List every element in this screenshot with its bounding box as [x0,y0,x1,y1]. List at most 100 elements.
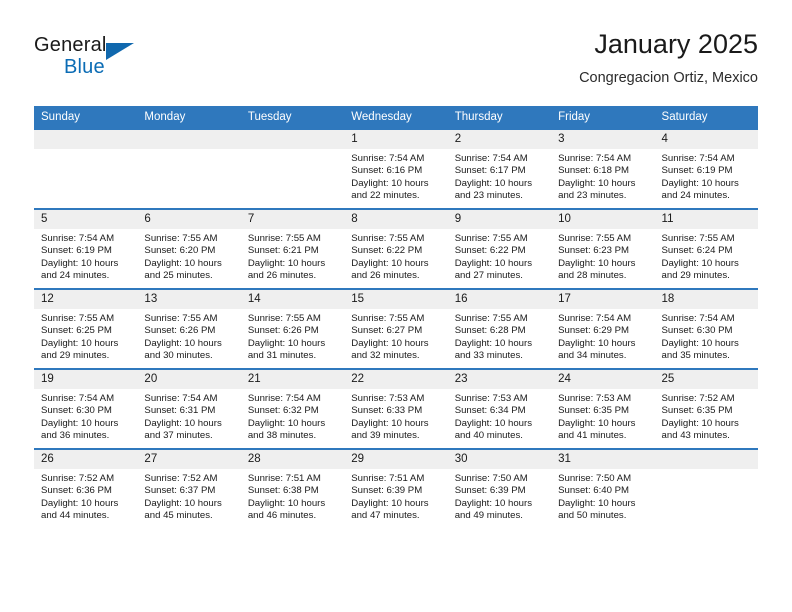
weekday-header-thursday: Thursday [447,106,552,129]
page-title: January 2025 [594,29,758,59]
daylight-text-line1: Daylight: 10 hours [661,337,739,349]
day-number: 12 [34,290,138,309]
calendar-day-cell[interactable]: 13 Sunrise: 7:55 AM Sunset: 6:26 PM Dayligh… [137,288,241,369]
calendar-day-cell[interactable]: 11 Sunrise: 7:55 AM Sunset: 6:24 PM Dayligh… [654,208,758,289]
calendar-page: General Blue January 2025 Congregacion O… [0,0,792,612]
calendar-day-cell[interactable]: 23 Sunrise: 7:53 AM Sunset: 6:34 PM Dayligh… [447,368,552,449]
sunset-text: Sunset: 6:26 PM [247,325,319,337]
calendar-day-cell[interactable]: 26 Sunrise: 7:52 AM Sunset: 6:36 PM Dayligh… [34,448,138,528]
title-block: January 2025 Congregacion Ortiz, Mexico [579,28,758,88]
day-details: Sunrise: 7:54 AM Sunset: 6:30 PM Daylight:… [34,389,137,442]
sunset-text: Sunset: 6:22 PM [351,245,423,257]
calendar-day-cell[interactable]: 3 Sunrise: 7:54 AM Sunset: 6:18 PM Daylight… [551,128,655,209]
day-number: 2 [447,130,552,149]
calendar-table: Sunday Monday Tuesday Wednesday Thursday… [34,106,758,528]
calendar-day-cell[interactable]: 24 Sunrise: 7:53 AM Sunset: 6:35 PM Dayligh… [551,368,655,449]
day-details: Sunrise: 7:52 AM Sunset: 6:37 PM Daylight:… [137,469,240,522]
sunset-text: Sunset: 6:16 PM [351,165,423,177]
calendar-day-cell[interactable]: 1 Sunrise: 7:54 AM Sunset: 6:16 PM Daylight… [344,128,448,209]
calendar-day-cell[interactable]: 20 Sunrise: 7:54 AM Sunset: 6:31 PM Dayligh… [137,368,241,449]
day-number: 22 [344,370,448,389]
calendar-day-cell[interactable]: 12 Sunrise: 7:55 AM Sunset: 6:25 PM Dayligh… [34,288,138,369]
calendar-day-cell[interactable]: 6 Sunrise: 7:55 AM Sunset: 6:20 PM Daylight… [137,208,241,289]
calendar-day-cell[interactable]: 22 Sunrise: 7:53 AM Sunset: 6:33 PM Dayligh… [344,368,448,449]
calendar-day-cell[interactable]: 27 Sunrise: 7:52 AM Sunset: 6:37 PM Dayligh… [137,448,241,528]
sunset-text: Sunset: 6:32 PM [247,405,319,417]
sunset-text: Sunset: 6:33 PM [351,405,423,417]
daylight-text-line1: Daylight: 10 hours [41,417,119,429]
day-number: 4 [654,130,758,149]
sunset-text: Sunset: 6:27 PM [351,325,423,337]
sunset-text: Sunset: 6:30 PM [41,405,112,417]
calendar-day-cell[interactable]: 18 Sunrise: 7:54 AM Sunset: 6:30 PM Dayligh… [654,288,758,369]
daylight-text-line1: Daylight: 10 hours [144,337,222,349]
day-number [240,130,345,149]
day-number: 18 [654,290,758,309]
sunset-text: Sunset: 6:22 PM [454,245,526,257]
calendar-day-cell[interactable]: 17 Sunrise: 7:54 AM Sunset: 6:29 PM Dayligh… [551,288,655,369]
daylight-text-line2: and 26 minutes. [351,269,420,281]
calendar-day-cell[interactable]: 29 Sunrise: 7:51 AM Sunset: 6:39 PM Dayligh… [344,448,448,528]
calendar-day-cell[interactable]: 8 Sunrise: 7:55 AM Sunset: 6:22 PM Daylight… [344,208,448,289]
sunrise-text: Sunrise: 7:54 AM [247,393,321,404]
calendar-week-row: 1 Sunrise: 7:54 AM Sunset: 6:16 PM Daylight… [34,128,758,209]
sunrise-text: Sunrise: 7:52 AM [41,473,115,484]
daylight-text-line1: Daylight: 10 hours [558,177,636,189]
daylight-text-line2: and 25 minutes. [144,269,213,281]
calendar-day-cell[interactable]: 19 Sunrise: 7:54 AM Sunset: 6:30 PM Dayligh… [34,368,138,449]
day-number: 13 [137,290,241,309]
day-number: 21 [240,370,345,389]
sunrise-text: Sunrise: 7:54 AM [558,313,632,324]
calendar-week-row: 26 Sunrise: 7:52 AM Sunset: 6:36 PM Dayligh… [34,448,758,528]
calendar-day-cell[interactable]: 16 Sunrise: 7:55 AM Sunset: 6:28 PM Dayligh… [447,288,552,369]
day-number: 3 [551,130,655,149]
weekday-header-friday: Friday [551,106,655,129]
calendar-day-cell[interactable]: 9 Sunrise: 7:55 AM Sunset: 6:22 PM Daylight… [447,208,552,289]
sunset-text: Sunset: 6:38 PM [247,485,319,497]
calendar-day-cell[interactable]: 14 Sunrise: 7:55 AM Sunset: 6:26 PM Dayligh… [240,288,345,369]
calendar-day-cell[interactable]: 25 Sunrise: 7:52 AM Sunset: 6:35 PM Dayligh… [654,368,758,449]
calendar-day-cell[interactable]: 10 Sunrise: 7:55 AM Sunset: 6:23 PM Dayligh… [551,208,655,289]
day-number: 23 [447,370,552,389]
daylight-text-line1: Daylight: 10 hours [454,177,533,189]
sunset-text: Sunset: 6:30 PM [661,325,733,337]
day-details: Sunrise: 7:55 AM Sunset: 6:27 PM Daylight:… [344,309,447,362]
sunrise-text: Sunrise: 7:55 AM [454,313,528,324]
day-details: Sunrise: 7:53 AM Sunset: 6:33 PM Daylight:… [344,389,447,442]
day-number: 1 [344,130,448,149]
calendar-day-cell[interactable]: 21 Sunrise: 7:54 AM Sunset: 6:32 PM Dayligh… [240,368,345,449]
daylight-text-line1: Daylight: 10 hours [454,337,533,349]
calendar-day-cell[interactable]: 15 Sunrise: 7:55 AM Sunset: 6:27 PM Dayligh… [344,288,448,369]
sunset-text: Sunset: 6:39 PM [454,485,526,497]
brand-logo[interactable]: General Blue [34,34,234,90]
page-subtitle: Congregacion Ortiz, Mexico [579,70,758,86]
calendar-cell-empty [240,128,345,209]
calendar-day-cell[interactable]: 4 Sunrise: 7:54 AM Sunset: 6:19 PM Daylight… [654,128,758,209]
sunset-text: Sunset: 6:21 PM [247,245,319,257]
calendar-day-cell[interactable]: 5 Sunrise: 7:54 AM Sunset: 6:19 PM Daylight… [34,208,138,289]
day-number [34,130,138,149]
daylight-text-line2: and 24 minutes. [661,189,730,201]
day-details: Sunrise: 7:55 AM Sunset: 6:22 PM Daylight:… [344,229,447,282]
day-number: 20 [137,370,241,389]
day-number: 24 [551,370,655,389]
calendar-day-cell[interactable]: 31 Sunrise: 7:50 AM Sunset: 6:40 PM Dayligh… [551,448,655,528]
daylight-text-line1: Daylight: 10 hours [351,177,429,189]
calendar-day-cell[interactable]: 30 Sunrise: 7:50 AM Sunset: 6:39 PM Dayligh… [447,448,552,528]
calendar-week-row: 5 Sunrise: 7:54 AM Sunset: 6:19 PM Daylight… [34,208,758,289]
sunset-text: Sunset: 6:18 PM [558,165,630,177]
sunrise-text: Sunrise: 7:52 AM [661,393,735,404]
calendar-day-cell[interactable]: 2 Sunrise: 7:54 AM Sunset: 6:17 PM Daylight… [447,128,552,209]
sunrise-text: Sunrise: 7:55 AM [351,313,425,324]
daylight-text-line1: Daylight: 10 hours [144,497,222,509]
day-details: Sunrise: 7:55 AM Sunset: 6:26 PM Daylight:… [137,309,240,362]
sunrise-text: Sunrise: 7:54 AM [351,153,425,164]
sunrise-text: Sunrise: 7:50 AM [454,473,528,484]
sunrise-text: Sunrise: 7:53 AM [454,393,528,404]
sunset-text: Sunset: 6:40 PM [558,485,630,497]
calendar-week-row: 12 Sunrise: 7:55 AM Sunset: 6:25 PM Dayligh… [34,288,758,369]
daylight-text-line2: and 29 minutes. [661,269,730,281]
calendar-day-cell[interactable]: 7 Sunrise: 7:55 AM Sunset: 6:21 PM Daylight… [240,208,345,289]
day-number: 29 [344,450,448,469]
calendar-day-cell[interactable]: 28 Sunrise: 7:51 AM Sunset: 6:38 PM Dayligh… [240,448,345,528]
